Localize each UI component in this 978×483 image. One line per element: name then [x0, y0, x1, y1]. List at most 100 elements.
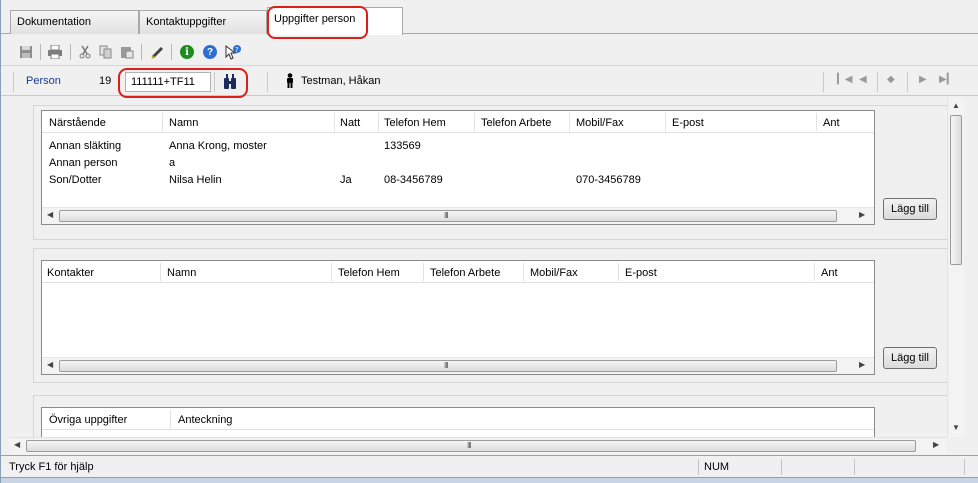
- status-help-text: Tryck F1 för hjälp: [9, 461, 94, 473]
- scroll-down-icon[interactable]: ▼: [952, 423, 960, 432]
- bar-separator: [907, 72, 908, 92]
- next-record-icon[interactable]: ▶: [919, 74, 927, 85]
- status-separator: [698, 459, 699, 475]
- add-relative-button[interactable]: Lägg till: [883, 198, 937, 220]
- scrollbar-thumb[interactable]: [950, 115, 962, 265]
- first-record-icon[interactable]: ▎◀: [837, 74, 852, 85]
- person-label: Person: [26, 75, 61, 87]
- scroll-right-icon[interactable]: ▶: [859, 360, 865, 369]
- horizontal-scrollbar[interactable]: ◀ III ▶: [42, 357, 874, 374]
- person-name: Testman, Håkan: [301, 75, 381, 87]
- binoculars-search-icon[interactable]: [223, 74, 237, 90]
- print-icon[interactable]: [46, 43, 64, 61]
- column-divider: [334, 113, 335, 131]
- save-icon[interactable]: [17, 43, 35, 61]
- copy-icon[interactable]: [97, 43, 115, 61]
- table-cell[interactable]: 133569: [384, 140, 421, 152]
- whats-this-icon[interactable]: ?: [224, 43, 242, 61]
- cut-icon[interactable]: [76, 43, 94, 61]
- column-header[interactable]: Telefon Hem: [384, 117, 446, 129]
- column-header[interactable]: Ant: [821, 267, 838, 279]
- scroll-up-icon[interactable]: ▲: [952, 101, 960, 110]
- column-header[interactable]: Ant: [823, 117, 840, 129]
- scrollbar-thumb[interactable]: III: [26, 440, 916, 452]
- column-header[interactable]: Namn: [169, 117, 198, 129]
- relatives-grid[interactable]: Närstående Namn Natt Telefon Hem Telefon…: [41, 110, 875, 225]
- horizontal-scrollbar[interactable]: ◀ III ▶: [9, 437, 947, 454]
- column-divider: [816, 113, 817, 131]
- scroll-left-icon[interactable]: ◀: [14, 440, 20, 449]
- column-header[interactable]: Telefon Arbete: [481, 117, 551, 129]
- table-cell[interactable]: Nilsa Helin: [169, 174, 222, 186]
- edit-pen-icon[interactable]: [149, 43, 167, 61]
- column-header[interactable]: Natt: [340, 117, 360, 129]
- window-bottom-edge: [1, 477, 978, 483]
- help-icon[interactable]: ?: [201, 43, 219, 61]
- column-header[interactable]: Anteckning: [178, 414, 232, 426]
- column-header[interactable]: Telefon Arbete: [430, 267, 500, 279]
- status-bar: Tryck F1 för hjälp NUM: [1, 455, 978, 477]
- tab-bar: Dokumentation Kontaktuppgifter Uppgifter…: [1, 0, 978, 35]
- vertical-scrollbar[interactable]: ▲ ▼: [947, 97, 964, 437]
- table-cell[interactable]: Son/Dotter: [49, 174, 102, 186]
- last-record-icon[interactable]: ▶▎: [939, 74, 954, 85]
- svg-text:?: ?: [235, 46, 239, 54]
- scroll-right-icon[interactable]: ▶: [859, 210, 865, 219]
- other-info-grid-header: Övriga uppgifter Anteckning: [42, 408, 874, 430]
- column-divider: [170, 410, 171, 428]
- scrollbar-thumb[interactable]: III: [59, 210, 837, 222]
- tab-label: Uppgifter person: [274, 13, 356, 25]
- tab-uppgifter-person[interactable]: Uppgifter person: [267, 7, 403, 35]
- column-header[interactable]: Telefon Hem: [338, 267, 400, 279]
- scrollbar-thumb[interactable]: III: [59, 360, 837, 372]
- column-divider: [162, 113, 163, 131]
- table-cell[interactable]: Annan släkting: [49, 140, 121, 152]
- bar-separator: [823, 72, 824, 92]
- table-cell[interactable]: 070-3456789: [576, 174, 641, 186]
- toolbar-separator: [171, 44, 172, 60]
- column-header[interactable]: Övriga uppgifter: [49, 414, 127, 426]
- info-icon[interactable]: i: [178, 43, 196, 61]
- table-cell[interactable]: a: [169, 157, 175, 169]
- column-divider: [665, 113, 666, 131]
- column-divider: [160, 263, 161, 281]
- grip-icon: III: [444, 361, 449, 370]
- column-header[interactable]: Närstående: [49, 117, 106, 129]
- grip-icon: III: [467, 441, 472, 450]
- horizontal-scrollbar[interactable]: ◀ III ▶: [42, 207, 874, 224]
- relatives-grid-header: Närstående Namn Natt Telefon Hem Telefon…: [42, 111, 874, 133]
- tab-label: Dokumentation: [17, 16, 91, 28]
- column-header[interactable]: Mobil/Fax: [576, 117, 624, 129]
- table-cell[interactable]: Ja: [340, 174, 352, 186]
- paste-icon[interactable]: [118, 43, 136, 61]
- contacts-grid[interactable]: Kontakter Namn Telefon Hem Telefon Arbet…: [41, 260, 875, 375]
- scroll-right-icon[interactable]: ▶: [933, 440, 939, 449]
- status-separator: [854, 459, 855, 475]
- toolbar-separator: [70, 44, 71, 60]
- column-header[interactable]: Namn: [167, 267, 196, 279]
- table-cell[interactable]: 08-3456789: [384, 174, 443, 186]
- column-header[interactable]: Mobil/Fax: [530, 267, 578, 279]
- current-record-icon[interactable]: ◆: [887, 74, 895, 85]
- other-info-grid[interactable]: Övriga uppgifter Anteckning: [41, 407, 875, 437]
- tab-dokumentation[interactable]: Dokumentation: [10, 10, 139, 34]
- table-cell[interactable]: Anna Krong, moster: [169, 140, 267, 152]
- column-divider: [618, 263, 619, 281]
- table-cell[interactable]: Annan person: [49, 157, 118, 169]
- toolbar-separator: [141, 44, 142, 60]
- prev-record-icon[interactable]: ◀: [859, 74, 867, 85]
- tab-kontaktuppgifter[interactable]: Kontaktuppgifter: [139, 10, 267, 34]
- content-scroll-area: Närstående Namn Natt Telefon Hem Telefon…: [9, 97, 947, 437]
- column-divider: [569, 113, 570, 131]
- add-contact-button[interactable]: Lägg till: [883, 347, 937, 369]
- column-divider: [331, 263, 332, 281]
- column-divider: [814, 263, 815, 281]
- person-icon: [285, 73, 295, 91]
- scroll-left-icon[interactable]: ◀: [47, 210, 53, 219]
- column-header[interactable]: E-post: [672, 117, 704, 129]
- contacts-grid-header: Kontakter Namn Telefon Hem Telefon Arbet…: [42, 261, 874, 283]
- column-header[interactable]: E-post: [625, 267, 657, 279]
- scroll-left-icon[interactable]: ◀: [47, 360, 53, 369]
- column-header[interactable]: Kontakter: [47, 267, 94, 279]
- personnummer-input[interactable]: [125, 72, 211, 92]
